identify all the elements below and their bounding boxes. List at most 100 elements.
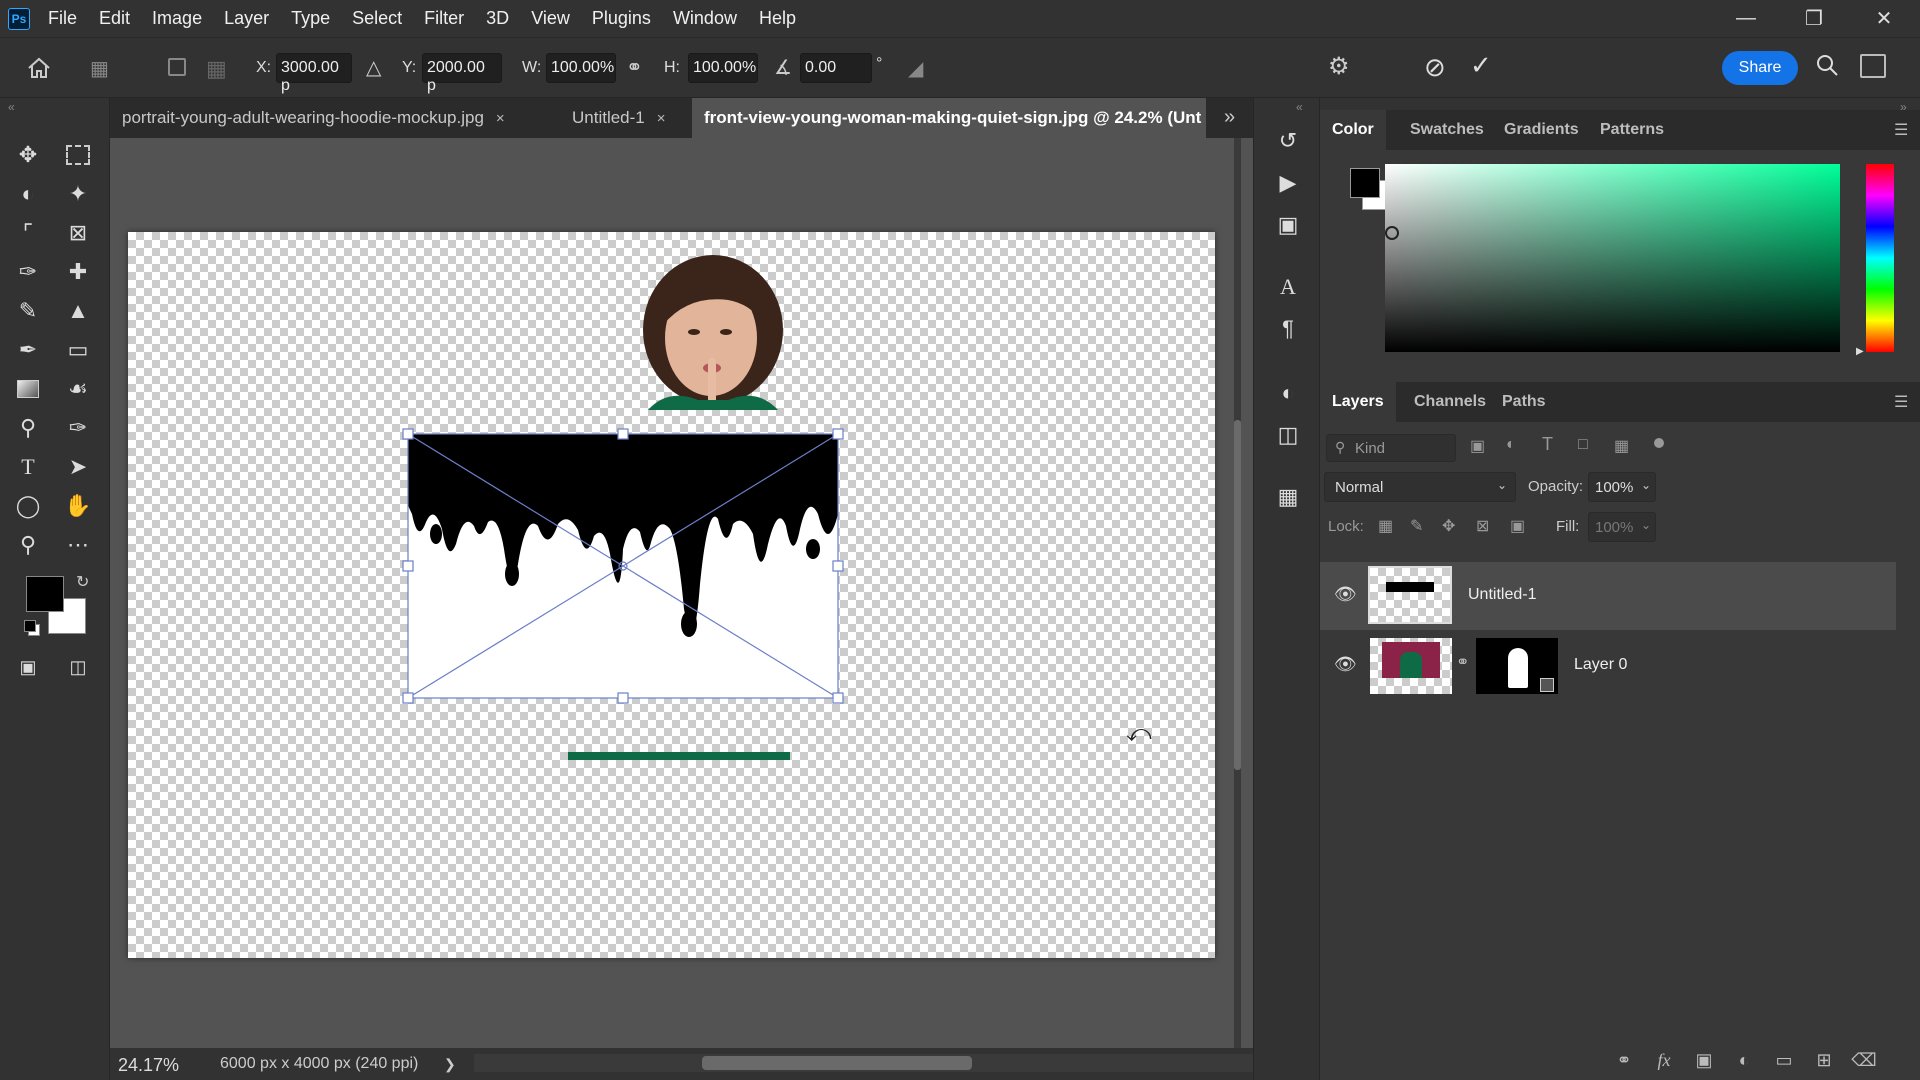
3d-mode-icon[interactable]: ⚙ <box>1328 52 1360 84</box>
close-tab-icon[interactable]: × <box>496 110 505 127</box>
comments-panel-icon[interactable]: ▣ <box>1270 208 1306 242</box>
adjustment-layer-icon[interactable]: ◐ <box>1730 1046 1758 1074</box>
close-window-icon[interactable]: ✕ <box>1856 0 1912 37</box>
color-field[interactable] <box>1385 164 1840 352</box>
clone-stamp-tool-icon[interactable]: ▲ <box>60 294 96 328</box>
width-field[interactable]: 100.00% <box>546 53 616 83</box>
commit-transform-icon[interactable]: ✓ <box>1470 50 1502 82</box>
marquee-tool-icon[interactable] <box>60 138 96 172</box>
hand-tool-icon[interactable]: ✋ <box>60 489 96 523</box>
tabs-overflow-icon[interactable]: » <box>1224 106 1235 129</box>
search-icon[interactable] <box>1814 52 1844 82</box>
reference-point-grid-icon[interactable]: ▦ <box>206 56 234 84</box>
filter-pixel-icon[interactable]: ▣ <box>1470 436 1485 456</box>
lock-transparent-icon[interactable]: ▦ <box>1378 516 1393 536</box>
y-position-field[interactable]: 2000.00 p <box>422 53 502 94</box>
add-mask-icon[interactable]: ▣ <box>1690 1046 1718 1074</box>
lasso-tool-icon[interactable]: ◐ <box>10 177 46 211</box>
tab-patterns[interactable]: Patterns <box>1588 110 1676 150</box>
warp-icon[interactable]: ◢ <box>908 56 938 82</box>
opacity-field[interactable]: 100% ⌄ <box>1588 472 1656 502</box>
menu-3d[interactable]: 3D <box>486 8 509 29</box>
libraries-panel-icon[interactable]: ▦ <box>1270 480 1306 514</box>
lock-artboard-icon[interactable]: ⊠ <box>1476 516 1489 536</box>
menu-view[interactable]: View <box>531 8 570 29</box>
workspace-icon[interactable] <box>1860 54 1886 78</box>
eyedropper-tool-icon[interactable]: ✑ <box>10 255 46 289</box>
horizontal-scrollbar-thumb[interactable] <box>702 1056 972 1070</box>
pen-tool-icon[interactable]: ✑ <box>60 411 96 445</box>
layer-name[interactable]: Untitled-1 <box>1468 586 1536 604</box>
swap-colors-icon[interactable]: ↻ <box>76 572 89 592</box>
visibility-eye-icon[interactable]: 👁 <box>1334 584 1357 604</box>
ellipse-tool-icon[interactable]: ◯ <box>10 489 46 523</box>
reference-point-checkbox[interactable] <box>168 58 186 76</box>
brush-tool-icon[interactable]: ✎ <box>10 294 46 328</box>
history-panel-icon[interactable]: ↺ <box>1270 124 1306 158</box>
home-icon[interactable] <box>26 56 56 82</box>
document-canvas[interactable]: ⤺ <box>128 232 1215 958</box>
link-icon[interactable]: ⚭ <box>626 55 650 79</box>
menu-layer[interactable]: Layer <box>224 8 269 29</box>
menu-help[interactable]: Help <box>759 8 796 29</box>
close-tab-icon[interactable]: × <box>657 110 666 127</box>
magic-wand-tool-icon[interactable]: ✦ <box>60 177 96 211</box>
adjustments-panel-icon[interactable]: ◐ <box>1270 376 1306 410</box>
menu-plugins[interactable]: Plugins <box>592 8 651 29</box>
dodge-tool-icon[interactable]: ⚲ <box>10 411 46 445</box>
layers-panel-menu-icon[interactable]: ☰ <box>1894 392 1908 412</box>
color-panel-foreground-swatch[interactable] <box>1350 168 1380 198</box>
tab-hoodie-mockup[interactable]: portrait-young-adult-wearing-hoodie-mock… <box>110 98 550 138</box>
smudge-tool-icon[interactable]: ☙ <box>60 372 96 406</box>
new-group-icon[interactable]: ▭ <box>1770 1046 1798 1074</box>
cancel-transform-icon[interactable]: ⊘ <box>1424 52 1456 84</box>
eraser-tool-icon[interactable]: ▭ <box>60 333 96 367</box>
gradient-tool-icon[interactable] <box>10 372 46 406</box>
character-panel-icon[interactable]: A <box>1270 270 1306 304</box>
tab-gradients[interactable]: Gradients <box>1492 110 1591 150</box>
layer-name[interactable]: Layer 0 <box>1574 656 1627 674</box>
layer-row-untitled-1[interactable]: 👁 Untitled-1 <box>1320 562 1896 630</box>
vertical-scrollbar[interactable] <box>1234 138 1241 1048</box>
canvas-area[interactable]: ⤺ <box>110 138 1241 1048</box>
hue-slider[interactable] <box>1866 164 1894 352</box>
default-colors-icon[interactable] <box>24 620 40 636</box>
layer-filter-kind[interactable]: ⚲ Kind <box>1326 434 1456 462</box>
filter-smartobject-icon[interactable]: ▦ <box>1614 436 1629 456</box>
history-brush-tool-icon[interactable]: ✒ <box>10 333 46 367</box>
lock-position-icon[interactable]: ✥ <box>1442 516 1455 536</box>
delete-layer-icon[interactable]: ⌫ <box>1850 1046 1878 1074</box>
paragraph-panel-icon[interactable]: ¶ <box>1270 312 1306 346</box>
collapse-toolbar-icon[interactable]: « <box>8 100 15 114</box>
fill-field[interactable]: 100% ⌄ <box>1588 512 1656 542</box>
tab-color[interactable]: Color <box>1320 110 1386 150</box>
filter-type-icon[interactable]: T <box>1542 434 1553 455</box>
minimize-icon[interactable]: — <box>1718 0 1774 37</box>
menu-file[interactable]: File <box>48 8 77 29</box>
foreground-color-swatch[interactable] <box>26 576 64 612</box>
zoom-level[interactable]: 24.17% <box>118 1055 179 1076</box>
screen-mode-icon[interactable]: ◫ <box>60 650 96 684</box>
new-layer-icon[interactable]: ⊞ <box>1810 1046 1838 1074</box>
status-menu-arrow[interactable]: ❯ <box>444 1056 456 1073</box>
menu-image[interactable]: Image <box>152 8 202 29</box>
quick-mask-icon[interactable]: ▣ <box>10 650 46 684</box>
tab-paths[interactable]: Paths <box>1490 382 1558 422</box>
lock-pixels-icon[interactable]: ✎ <box>1410 516 1423 536</box>
transform-bounding-box[interactable] <box>401 427 845 705</box>
vertical-scrollbar-thumb[interactable] <box>1234 420 1241 770</box>
type-tool-icon[interactable]: T <box>10 450 46 484</box>
frame-tool-icon[interactable]: ⊠ <box>60 216 96 250</box>
healing-brush-tool-icon[interactable]: ✚ <box>60 255 96 289</box>
color-panel-menu-icon[interactable]: ☰ <box>1894 120 1908 140</box>
tab-channels[interactable]: Channels <box>1402 382 1498 422</box>
rotate-angle-field[interactable]: 0.00 <box>800 53 872 83</box>
crop-tool-icon[interactable]: ⌜ <box>10 216 46 250</box>
menu-select[interactable]: Select <box>352 8 402 29</box>
horizontal-scrollbar[interactable] <box>474 1054 1314 1072</box>
tab-quiet-sign[interactable]: front-view-young-woman-making-quiet-sign… <box>692 98 1206 138</box>
hue-slider-handle[interactable]: ▶ <box>1856 346 1864 357</box>
menu-filter[interactable]: Filter <box>424 8 464 29</box>
share-button[interactable]: Share <box>1722 51 1798 85</box>
delta-icon[interactable]: △ <box>366 55 381 80</box>
